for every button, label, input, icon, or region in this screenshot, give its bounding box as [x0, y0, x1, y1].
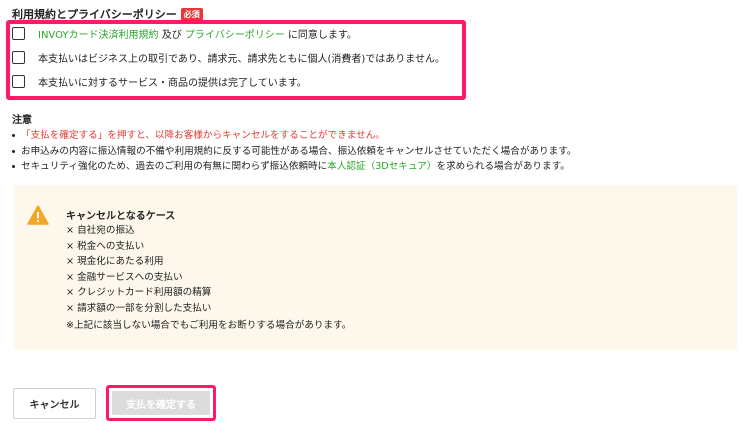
terms-of-use-link[interactable]: INVOYカード決済利用規約: [38, 30, 159, 41]
agree-row-service[interactable]: 本支払いに対するサービス・商品の提供は完了しています。: [12, 74, 307, 89]
warning-icon: [27, 205, 49, 225]
3d-secure-link[interactable]: 本人認証（3Dセキュア）: [327, 161, 436, 172]
notes-list: 「支払を確定する」を押すと、以降お客様からキャンセルをすることができません。 お…: [12, 128, 737, 175]
terms-checkbox[interactable]: [12, 27, 25, 40]
note-item: セキュリティ強化のため、過去のご利用の有無に関わらず振込依頼時に本人認証（3Dセ…: [12, 159, 737, 175]
cancel-case-item: × クレジットカード利用額の精算: [66, 287, 212, 298]
business-checkbox[interactable]: [12, 51, 25, 64]
service-agree-text: 本支払いに対するサービス・商品の提供は完了しています。: [38, 78, 307, 89]
terms-connector-text: 及び: [158, 30, 185, 41]
cancel-cases-note: ※上記に該当しない場合でもご利用をお断りする場合があります。: [66, 320, 352, 331]
agree-row-business[interactable]: 本支払いはビジネス上の取引であり、請求元、請求先ともに個人(消費者)ではありませ…: [12, 50, 445, 65]
privacy-policy-link[interactable]: プライバシーポリシー: [185, 30, 285, 41]
notes-title: 注意: [12, 115, 32, 126]
cancel-case-item: × 自社宛の振込: [66, 225, 135, 236]
cancel-cases-title: キャンセルとなるケース: [66, 211, 176, 222]
agree-row-terms[interactable]: INVOYカード決済利用規約 及び プライバシーポリシー に同意します。: [12, 26, 357, 41]
required-badge: 必須: [180, 7, 203, 21]
note-3d-post: を求められる場合があります。: [436, 161, 570, 172]
cancel-button[interactable]: キャンセル: [13, 388, 96, 419]
service-checkbox[interactable]: [12, 75, 25, 88]
cancel-case-item: × 現金化にあたる利用: [66, 256, 164, 267]
confirm-highlight-box: 支払を確定する: [106, 385, 216, 421]
note-item: お申込みの内容に振込情報の不備や利用規約に反する可能性がある場合、振込依頼をキャ…: [12, 144, 737, 160]
note-3d-pre: セキュリティ強化のため、過去のご利用の有無に関わらず振込依頼時に: [21, 161, 328, 172]
confirm-payment-button[interactable]: 支払を確定する: [112, 391, 210, 415]
business-agree-text: 本支払いはビジネス上の取引であり、請求元、請求先ともに個人(消費者)ではありませ…: [38, 54, 446, 65]
note-item: 「支払を確定する」を押すと、以降お客様からキャンセルをすることができません。: [12, 128, 737, 144]
agree-row-terms-text: INVOYカード決済利用規約 及び プライバシーポリシー に同意します。: [38, 26, 357, 41]
cancel-cases-list: × 自社宛の振込 × 税金への支払い × 現金化にあたる利用 × 金融サービスへ…: [66, 223, 211, 316]
cancel-case-item: × 税金への支払い: [66, 240, 145, 252]
terms-agree-tail: に同意します。: [284, 30, 357, 41]
cancel-cases-panel: キャンセルとなるケース × 自社宛の振込 × 税金への支払い × 現金化にあたる…: [14, 185, 737, 350]
cancel-case-item: × 請求額の一部を分割した支払い: [66, 302, 212, 314]
cancel-case-item: × 金融サービスへの支払い: [66, 271, 183, 283]
